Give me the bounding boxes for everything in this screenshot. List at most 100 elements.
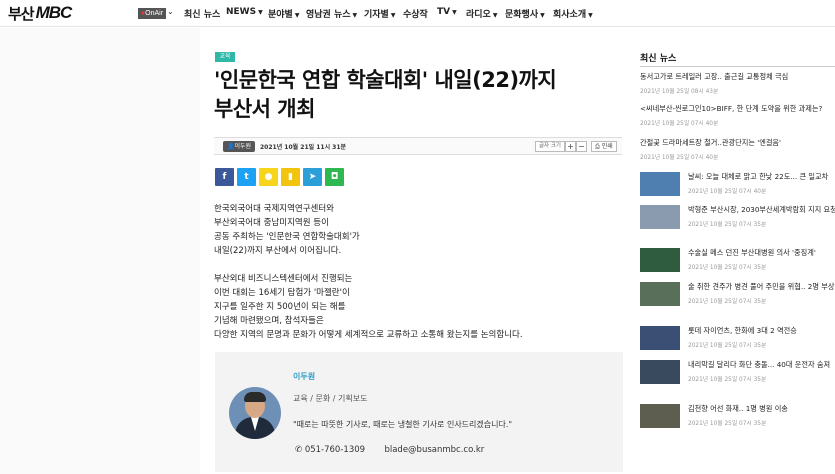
nav-menu-item[interactable]: 분야별 ▼ — [268, 7, 299, 20]
news-date: 2021년 10월 25일 07시 40분 — [640, 155, 719, 161]
news-item[interactable]: 술 취한 견주가 병견 풀어 주민을 위협.. 2명 부상 2021년 10월 2… — [640, 282, 835, 306]
news-item[interactable]: 간절곶 드라마세트장 철거..관광단지는 '엔걸음' 2021년 10월 25일 … — [640, 138, 835, 161]
article-body: 한국외국어대 국제지역연구센터와 부산외국어대 중남미지역원 등이 공동 주최하는 … — [214, 202, 624, 356]
print-button[interactable]: ⎙ 인쇄 — [591, 141, 617, 152]
news-title: 간절곶 드라마세트장 철거..관광단지는 '엔걸음' — [640, 138, 782, 147]
nav-menu-label: 라디오 — [466, 10, 491, 20]
print-label: 인쇄 — [601, 143, 613, 150]
left-ad-area — [0, 28, 200, 474]
chevron-down-icon: ▼ — [588, 12, 593, 19]
reporter-avatar — [229, 387, 281, 439]
busan-mbc-logo[interactable]: 부산 MBC — [8, 3, 72, 23]
chevron-down-icon: ▼ — [452, 9, 457, 16]
reporter-contact: ✆ 051-760-1309 blade@busanmbc.co.kr — [295, 445, 484, 455]
article-line: 부산외국어대 중남미지역원 등이 — [214, 218, 329, 228]
nav-menu-label: NEWS — [226, 7, 257, 17]
news-thumbnail — [640, 205, 680, 229]
share-kakaotalk-icon[interactable]: ● — [259, 168, 278, 186]
news-item[interactable]: 수술실 메스 던진 부산대병원 의사 '중징계' 2021년 10월 25일 07… — [640, 248, 835, 272]
news-title: 날씨: 오늘 대체로 맑고 한낮 22도... 큰 일교차 — [688, 172, 829, 181]
top-nav: 부산 MBC ●OnAir ⌄ 최신 뉴스 NEWS ▼ 분야별 ▼ 영남권 뉴스 ▼ 기자별… — [0, 0, 835, 27]
news-item[interactable]: 내리막길 달리다 화단 충돌... 40대 운전자 숨져 2021년 10월 25… — [640, 360, 835, 384]
reporter-chip-name: 이두원 — [234, 143, 252, 150]
logo-korean: 부산 — [8, 4, 35, 23]
news-title: 수술실 메스 던진 부산대병원 의사 '중징계' — [688, 248, 816, 257]
news-item[interactable]: 김천향 어선 화재.. 1명 병원 이송 2021년 10월 25일 07시 35… — [640, 404, 835, 428]
news-thumbnail — [640, 282, 680, 306]
nav-menu-item[interactable]: 최신 뉴스 — [184, 7, 220, 20]
article-line: 공동 주최하는 '인문한국 연합학술대회'가 — [214, 232, 360, 242]
chevron-down-icon: ▼ — [540, 12, 545, 19]
reporter-chip[interactable]: 👤이두원 — [223, 141, 256, 152]
news-title: 박형준 부산시장, 2030부산세계박람회 지지 요청 서한문 발송 — [688, 205, 835, 214]
font-increase-button[interactable]: + — [565, 141, 576, 152]
nav-menu-item[interactable]: 문화행사 ▼ — [505, 7, 545, 20]
article-line: 부산외대 비즈니스텍센터에서 진행되는 — [214, 274, 353, 284]
divider — [640, 66, 835, 67]
article-line: 다양한 지역의 문명과 문화가 어떻게 세계적으로 교류하고 소통해 왔는지를 … — [214, 330, 523, 340]
font-size-label: 글자 크기 — [535, 141, 565, 152]
share-kakaostory-icon[interactable]: ▮ — [281, 168, 300, 186]
chevron-down-icon: ▼ — [258, 9, 263, 16]
news-item[interactable]: <씨네부산-씬로그인10>BIFF, 한 단계 도약을 위한 과제는? 2021년… — [640, 104, 835, 127]
font-decrease-button[interactable]: − — [576, 141, 587, 152]
news-date: 2021년 10월 25일 07시 35분 — [688, 299, 767, 305]
news-thumbnail — [640, 248, 680, 272]
reporter-departments: 교육 / 문화 / 기획보도 — [293, 394, 368, 403]
article-meta-bar: 👤이두원 2021년 10월 21일 11시 31분 글자 크기 + − ⎙ 인… — [214, 137, 622, 155]
article-line: 이번 대회는 16세기 탐험가 '마젤란'이 — [214, 288, 350, 298]
article-line: 내일(22)까지 부산에서 이어집니다. — [214, 246, 342, 256]
share-twitter-icon[interactable]: t — [237, 168, 256, 186]
onair-button[interactable]: ●OnAir — [138, 8, 166, 19]
nav-menu-item[interactable]: 기자별 ▼ — [364, 7, 395, 20]
share-facebook-icon[interactable]: f — [215, 168, 234, 186]
news-date: 2021년 10월 25일 07시 35분 — [688, 265, 767, 271]
nav-menu-item[interactable]: 라디오 ▼ — [466, 7, 497, 20]
chevron-down-icon[interactable]: ⌄ — [167, 7, 174, 16]
nav-menu-label: 기자별 — [364, 10, 389, 20]
nav-menu-label: 분야별 — [268, 10, 293, 20]
article-line: 기념해 마련됐으며, 참석자들은 — [214, 316, 324, 326]
latest-news-title: 최신 뉴스 — [640, 54, 677, 64]
article-line: 지구를 일주한 지 500년이 되는 해를 — [214, 302, 346, 312]
news-item[interactable]: 박형준 부산시장, 2030부산세계박람회 지지 요청 서한문 발송 2021년 … — [640, 205, 835, 229]
news-date: 2021년 10월 25일 07시 35분 — [688, 222, 767, 228]
news-title: <씨네부산-씬로그인10>BIFF, 한 단계 도약을 위한 과제는? — [640, 104, 823, 113]
article-headline: '인문한국 연합 학술대회' 내일(22)까지 부산서 개최 — [214, 66, 614, 124]
news-date: 2021년 10월 25일 07시 35분 — [688, 343, 767, 349]
nav-menu-item[interactable]: 회사소개 ▼ — [553, 7, 593, 20]
nav-menu-label: 영남권 뉴스 — [306, 10, 351, 20]
reporter-card: 이두원 교육 / 문화 / 기획보도 "때로는 따뜻한 기사로, 때로는 냉철한… — [215, 352, 623, 472]
reporter-phone: 051-760-1309 — [304, 445, 366, 455]
reporter-email[interactable]: blade@busanmbc.co.kr — [384, 445, 484, 455]
nav-menu-label: 수상작 — [403, 10, 428, 20]
nav-menu-item[interactable]: NEWS ▼ — [226, 7, 263, 17]
news-item[interactable]: 날씨: 오늘 대체로 맑고 한낮 22도... 큰 일교차 2021년 10월 2… — [640, 172, 835, 196]
phone-icon: ✆ — [295, 445, 303, 455]
news-item[interactable]: 롯데 자이언츠, 한화에 3대 2 역전승 2021년 10월 25일 07시 3… — [640, 326, 835, 350]
chevron-down-icon: ▼ — [492, 12, 498, 19]
news-date: 2021년 10월 25일 07시 35분 — [688, 421, 767, 427]
share-telegram-icon[interactable]: ➤ — [303, 168, 322, 186]
onair-label: OnAir — [145, 10, 164, 17]
reporter-quote: "때로는 따뜻한 기사로, 때로는 냉철한 기사로 인사드리겠습니다." — [293, 420, 513, 429]
news-title: 롯데 자이언츠, 한화에 3대 2 역전승 — [688, 326, 797, 335]
news-title: 술 취한 견주가 병견 풀어 주민을 위협.. 2명 부상 — [688, 282, 835, 291]
news-date: 2021년 10월 25일 07시 40분 — [688, 189, 767, 195]
news-thumbnail — [640, 172, 680, 196]
chevron-down-icon: ▼ — [294, 12, 300, 19]
news-thumbnail — [640, 360, 680, 384]
nav-menu-item[interactable]: 영남권 뉴스 ▼ — [306, 7, 357, 20]
news-thumbnail — [640, 404, 680, 428]
category-badge[interactable]: 교육 — [215, 52, 235, 62]
news-title: 내리막길 달리다 화단 충돌... 40대 운전자 숨져 — [688, 360, 831, 369]
headline-line: 부산서 개최 — [214, 97, 315, 121]
nav-menu-label: 문화행사 — [505, 10, 539, 20]
reporter-name[interactable]: 이두원 — [293, 371, 315, 382]
news-item[interactable]: 동서고가로 트레일러 고장.. 출근길 교통정체 극심 2021년 10월 25일… — [640, 72, 835, 95]
nav-menu-item[interactable]: 수상작 — [403, 7, 428, 20]
share-line-icon[interactable]: ◘ — [325, 168, 344, 186]
nav-menu-item[interactable]: TV ▼ — [437, 7, 457, 17]
nav-menu-label: 최신 뉴스 — [184, 10, 221, 20]
news-title: 김천향 어선 화재.. 1명 병원 이송 — [688, 404, 788, 413]
